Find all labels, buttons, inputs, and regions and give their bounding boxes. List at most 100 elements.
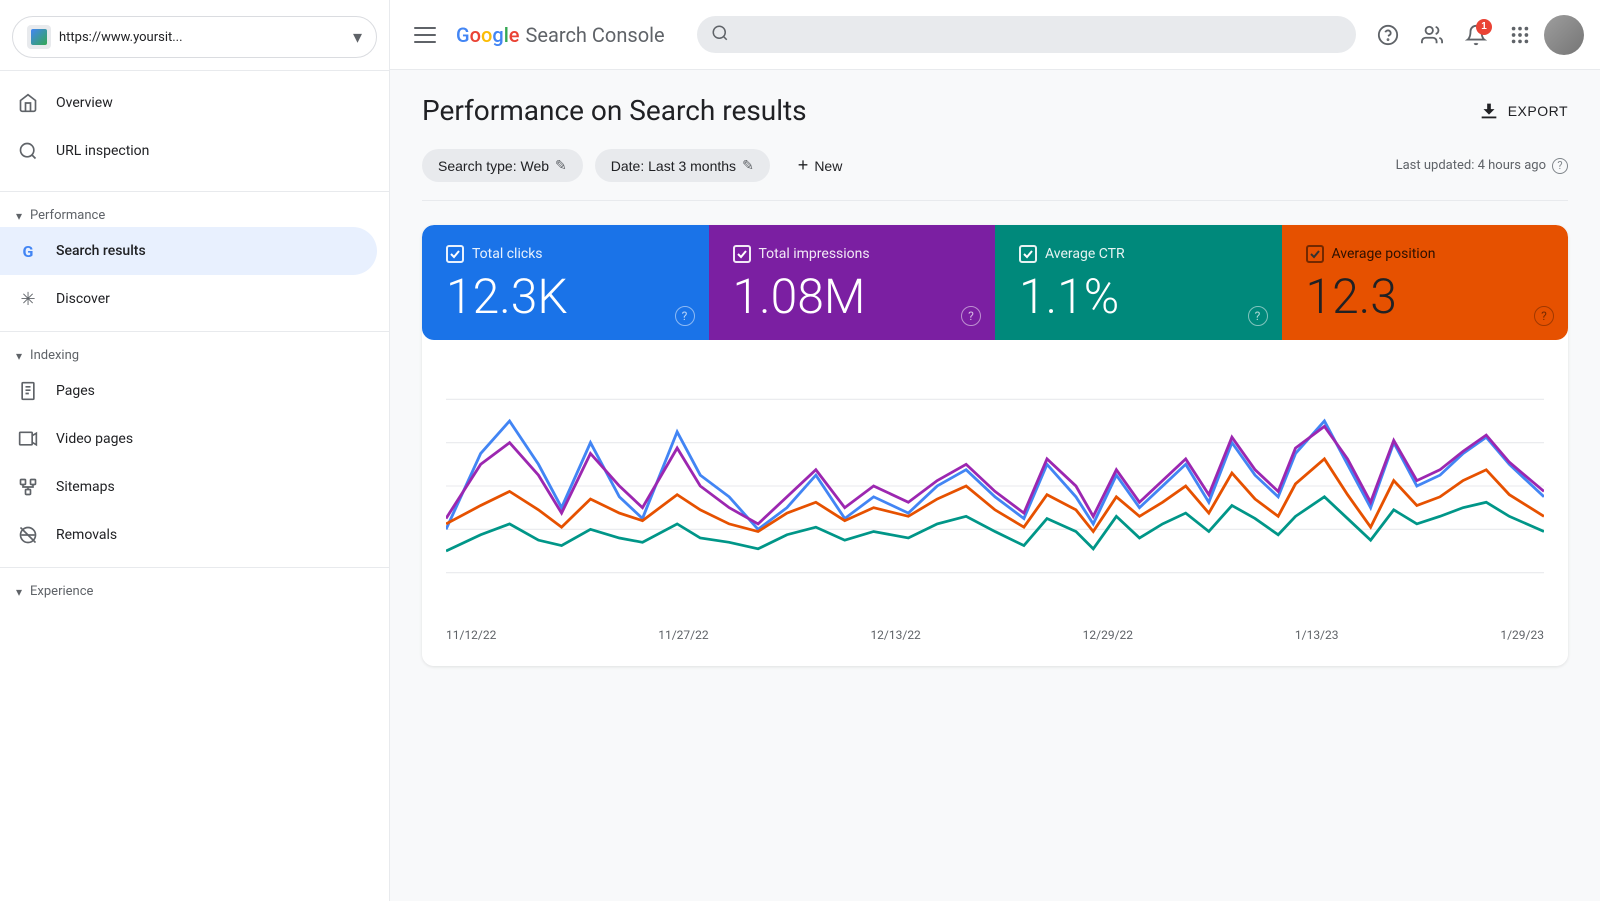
sidebar-item-overview[interactable]: Overview [0, 79, 377, 127]
total-clicks-help-icon[interactable]: ? [675, 306, 695, 326]
total-clicks-value: 12.3K [446, 271, 685, 324]
new-filter-button[interactable]: + New [782, 147, 859, 184]
metric-card-total-impressions[interactable]: Total impressions 1.08M ? [709, 225, 996, 340]
removals-icon [16, 523, 40, 547]
delegates-button[interactable] [1412, 15, 1452, 55]
filters-row: Search type: Web ✎ Date: Last 3 months ✎… [422, 147, 1568, 201]
average-position-checkbox: Average position [1306, 245, 1545, 263]
sidebar-item-removals[interactable]: Removals [0, 511, 377, 559]
last-updated-text: Last updated: 4 hours ago [1396, 158, 1546, 173]
total-impressions-help-icon[interactable]: ? [961, 306, 981, 326]
google-g-icon: G [16, 239, 40, 263]
app-logo: Google Search Console [456, 23, 665, 47]
sidebar-item-url-inspection[interactable]: URL inspection [0, 127, 377, 175]
metrics-grid: Total clicks 12.3K ? Total impressions 1… [422, 225, 1568, 340]
sidebar-item-label-pages: Pages [56, 383, 95, 399]
sidebar-item-label-video-pages: Video pages [56, 431, 133, 447]
top-header: Google Search Console [390, 0, 1600, 70]
hamburger-menu-button[interactable] [406, 19, 444, 51]
x-label-5: 1/29/23 [1500, 628, 1544, 642]
performance-chart [446, 356, 1544, 616]
average-position-label: Average position [1332, 246, 1436, 262]
x-label-4: 1/13/23 [1295, 628, 1339, 642]
search-type-filter[interactable]: Search type: Web ✎ [422, 149, 583, 182]
metrics-chart-panel: Total clicks 12.3K ? Total impressions 1… [422, 225, 1568, 666]
experience-section-header[interactable]: ▾ Experience [0, 576, 389, 603]
experience-expand-icon: ▾ [16, 585, 22, 599]
last-updated-info: Last updated: 4 hours ago ? [1396, 158, 1568, 174]
search-small-icon [16, 139, 40, 163]
sidebar-item-pages[interactable]: Pages [0, 367, 377, 415]
divider-2 [0, 331, 389, 332]
global-search-bar [697, 16, 1356, 53]
sidebar-item-label-url-inspection: URL inspection [56, 143, 149, 159]
date-label: Date: Last 3 months [611, 158, 736, 174]
x-label-1: 11/27/22 [658, 628, 708, 642]
help-button[interactable] [1368, 15, 1408, 55]
metric-card-total-clicks[interactable]: Total clicks 12.3K ? [422, 225, 709, 340]
search-type-edit-icon: ✎ [555, 157, 567, 174]
video-pages-icon [16, 427, 40, 451]
site-favicon-icon [27, 25, 51, 49]
total-impressions-label: Total impressions [759, 246, 870, 262]
apps-button[interactable] [1500, 15, 1540, 55]
sidebar: https://www.yoursit... ▾ Overview [0, 0, 390, 901]
metric-card-average-position[interactable]: Average position 12.3 ? [1282, 225, 1569, 340]
sidebar-item-search-results[interactable]: G Search results [0, 227, 377, 275]
sitemaps-icon [16, 475, 40, 499]
indexing-expand-icon: ▾ [16, 349, 22, 363]
total-impressions-check-icon [733, 245, 751, 263]
pages-icon [16, 379, 40, 403]
total-clicks-checkbox: Total clicks [446, 245, 685, 263]
export-button[interactable]: EXPORT [1478, 100, 1568, 122]
total-clicks-check-icon [446, 245, 464, 263]
average-position-check-icon [1306, 245, 1324, 263]
main-area: Google Search Console [390, 0, 1600, 901]
x-label-2: 12/13/22 [870, 628, 920, 642]
average-position-help-icon[interactable]: ? [1534, 306, 1554, 326]
search-type-label: Search type: Web [438, 158, 549, 174]
indexing-section-label: Indexing [30, 348, 79, 363]
sidebar-item-label-discover: Discover [56, 291, 110, 307]
average-ctr-check-icon [1019, 245, 1037, 263]
performance-section-label: Performance [30, 208, 105, 223]
export-label: EXPORT [1508, 103, 1568, 119]
notifications-button[interactable]: 1 [1456, 15, 1496, 55]
sidebar-item-label-sitemaps: Sitemaps [56, 479, 115, 495]
date-edit-icon: ✎ [742, 157, 754, 174]
search-bar-icon [711, 24, 729, 46]
new-filter-label: New [814, 158, 842, 174]
divider-1 [0, 191, 389, 192]
site-selector[interactable]: https://www.yoursit... ▾ [12, 16, 377, 58]
chart-area [446, 356, 1544, 616]
average-ctr-help-icon[interactable]: ? [1248, 306, 1268, 326]
x-label-3: 12/29/22 [1083, 628, 1133, 642]
notification-count-badge: 1 [1476, 19, 1492, 35]
search-input[interactable] [697, 16, 1356, 53]
average-ctr-label: Average CTR [1045, 246, 1125, 262]
sidebar-item-label-overview: Overview [56, 95, 113, 111]
divider-3 [0, 567, 389, 568]
export-icon [1478, 100, 1500, 122]
sidebar-item-sitemaps[interactable]: Sitemaps [0, 463, 377, 511]
chart-container: 11/12/22 11/27/22 12/13/22 12/29/22 1/13… [422, 340, 1568, 666]
app-container: https://www.yoursit... ▾ Overview [0, 0, 1600, 901]
average-position-value: 12.3 [1306, 271, 1545, 324]
sidebar-item-discover[interactable]: ✳ Discover [0, 275, 377, 323]
nav-main-section: Overview URL inspection [0, 71, 389, 183]
dropdown-arrow-icon: ▾ [353, 27, 362, 48]
plus-icon: + [798, 155, 809, 176]
sidebar-item-video-pages[interactable]: Video pages [0, 415, 377, 463]
metric-card-average-ctr[interactable]: Average CTR 1.1% ? [995, 225, 1282, 340]
site-url-text: https://www.yoursit... [59, 30, 345, 45]
page-title: Performance on Search results [422, 94, 807, 127]
header-actions: 1 [1368, 15, 1584, 55]
total-impressions-checkbox: Total impressions [733, 245, 972, 263]
user-avatar[interactable] [1544, 15, 1584, 55]
home-icon [16, 91, 40, 115]
indexing-section-header[interactable]: ▾ Indexing [0, 340, 389, 367]
chart-x-labels: 11/12/22 11/27/22 12/13/22 12/29/22 1/13… [446, 620, 1544, 642]
performance-section-header[interactable]: ▾ Performance [0, 200, 389, 227]
avatar-image [1544, 15, 1584, 55]
date-filter[interactable]: Date: Last 3 months ✎ [595, 149, 770, 182]
